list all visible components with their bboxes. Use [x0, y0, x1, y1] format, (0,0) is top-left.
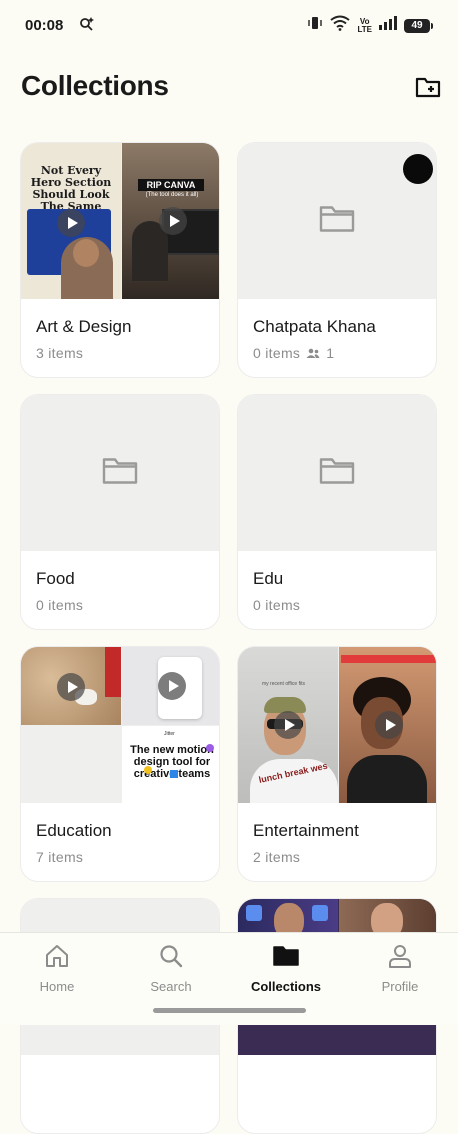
video-thumbnail[interactable]: Jitter The new motion design tool for cr… [122, 726, 219, 803]
collection-thumbnail: Jitter The new motion design tool for cr… [21, 647, 219, 803]
thumbnail-caption: my recent office fits [262, 681, 305, 687]
play-icon [375, 711, 403, 739]
collection-card-entertainment[interactable]: my recent office fits lunch break wes En… [237, 646, 437, 882]
member-count: 1 [326, 345, 335, 361]
collection-count: 2 items [253, 849, 301, 865]
collection-count: 0 items 1 [253, 345, 335, 361]
collection-thumbnail: my recent office fits lunch break wes [238, 647, 436, 803]
thumbnail-caption: RIP CANVA [138, 179, 204, 191]
collection-name: Entertainment [253, 821, 359, 840]
collection-name: Education [36, 821, 112, 840]
video-thumbnail[interactable] [21, 647, 121, 725]
thumbnail-shirt [347, 755, 427, 803]
collection-count: 0 items [253, 597, 301, 613]
collection-card-edu[interactable]: Edu 0 items [237, 394, 437, 630]
play-icon [57, 673, 85, 701]
folder-plus-icon [415, 77, 441, 98]
page-title: Collections [21, 70, 169, 101]
nav-label: Search [150, 979, 192, 994]
folder-icon [102, 457, 138, 490]
folder-icon [319, 457, 355, 490]
wifi-icon [330, 15, 351, 36]
collection-thumbnail [238, 395, 436, 551]
person-icon [389, 945, 411, 968]
play-icon [159, 207, 187, 235]
collection-card-food[interactable]: Food 0 items [20, 394, 220, 630]
video-thumbnail[interactable]: Not Every Hero Section Should Look The S… [21, 143, 121, 299]
folder-icon [273, 946, 299, 966]
empty-tile [21, 726, 121, 803]
folder-icon [319, 205, 355, 238]
collection-name: Food [36, 569, 75, 588]
video-thumbnail[interactable]: my recent office fits lunch break wes [238, 647, 338, 803]
nav-home[interactable]: Home [7, 943, 107, 994]
nav-label: Profile [381, 979, 419, 994]
thumbnail-logo [312, 905, 328, 921]
thumbnail-face [73, 239, 99, 267]
collection-count: 0 items [36, 597, 84, 613]
play-icon [158, 672, 186, 700]
collection-count: 3 items [36, 345, 84, 361]
video-thumbnail[interactable] [122, 647, 219, 725]
thumbnail-logo [246, 905, 262, 921]
nav-label: Collections [250, 979, 322, 994]
signal-icon [379, 16, 397, 35]
home-icon [46, 945, 68, 967]
thumbnail-sticker [170, 770, 178, 778]
video-thumbnail[interactable]: RIP CANVA (The tool does it all) [122, 143, 219, 299]
status-bar: 00:08 Vo LTE 49 [0, 0, 458, 52]
video-thumbnail[interactable] [339, 647, 436, 803]
collection-count: 7 items [36, 849, 84, 865]
battery-icon: 49 [404, 18, 433, 33]
collection-thumbnail [21, 395, 219, 551]
nav-collections[interactable]: Collections [236, 943, 336, 994]
collection-card-education[interactable]: Jitter The new motion design tool for cr… [20, 646, 220, 882]
avatar [403, 154, 433, 184]
collection-name: Chatpata Khana [253, 317, 376, 336]
nav-profile[interactable]: Profile [350, 943, 450, 994]
status-time: 00:08 [25, 17, 64, 34]
play-icon [274, 711, 302, 739]
collection-name: Edu [253, 569, 284, 588]
thumbnail-subcaption: (The tool does it all) [145, 192, 199, 198]
search-icon [160, 945, 183, 968]
nav-search[interactable]: Search [121, 943, 221, 994]
thumbnail-sticker [144, 766, 152, 774]
thumbnail-caption-bar [341, 655, 436, 663]
group-icon [306, 345, 320, 361]
nav-label: Home [39, 979, 75, 994]
thumbnail-sleeve [105, 647, 121, 697]
collection-name: Art & Design [36, 317, 132, 336]
thumbnail-caption: Not Every Hero Section Should Look The S… [30, 164, 112, 213]
thumbnail-brand: Jitter [164, 731, 175, 737]
collection-card-chatpata-khana[interactable]: Chatpata Khana 0 items 1 [237, 142, 437, 378]
search-sparkle-icon [79, 16, 95, 37]
new-collection-button[interactable] [414, 74, 442, 100]
volte-label: Vo LTE [357, 16, 372, 34]
thumbnail-sticker [206, 744, 214, 752]
play-icon [57, 209, 85, 237]
collection-card-art-design[interactable]: Not Every Hero Section Should Look The S… [20, 142, 220, 378]
vibrate-icon [307, 15, 323, 36]
collection-thumbnail: Not Every Hero Section Should Look The S… [21, 143, 219, 299]
gesture-bar[interactable] [153, 1008, 306, 1013]
